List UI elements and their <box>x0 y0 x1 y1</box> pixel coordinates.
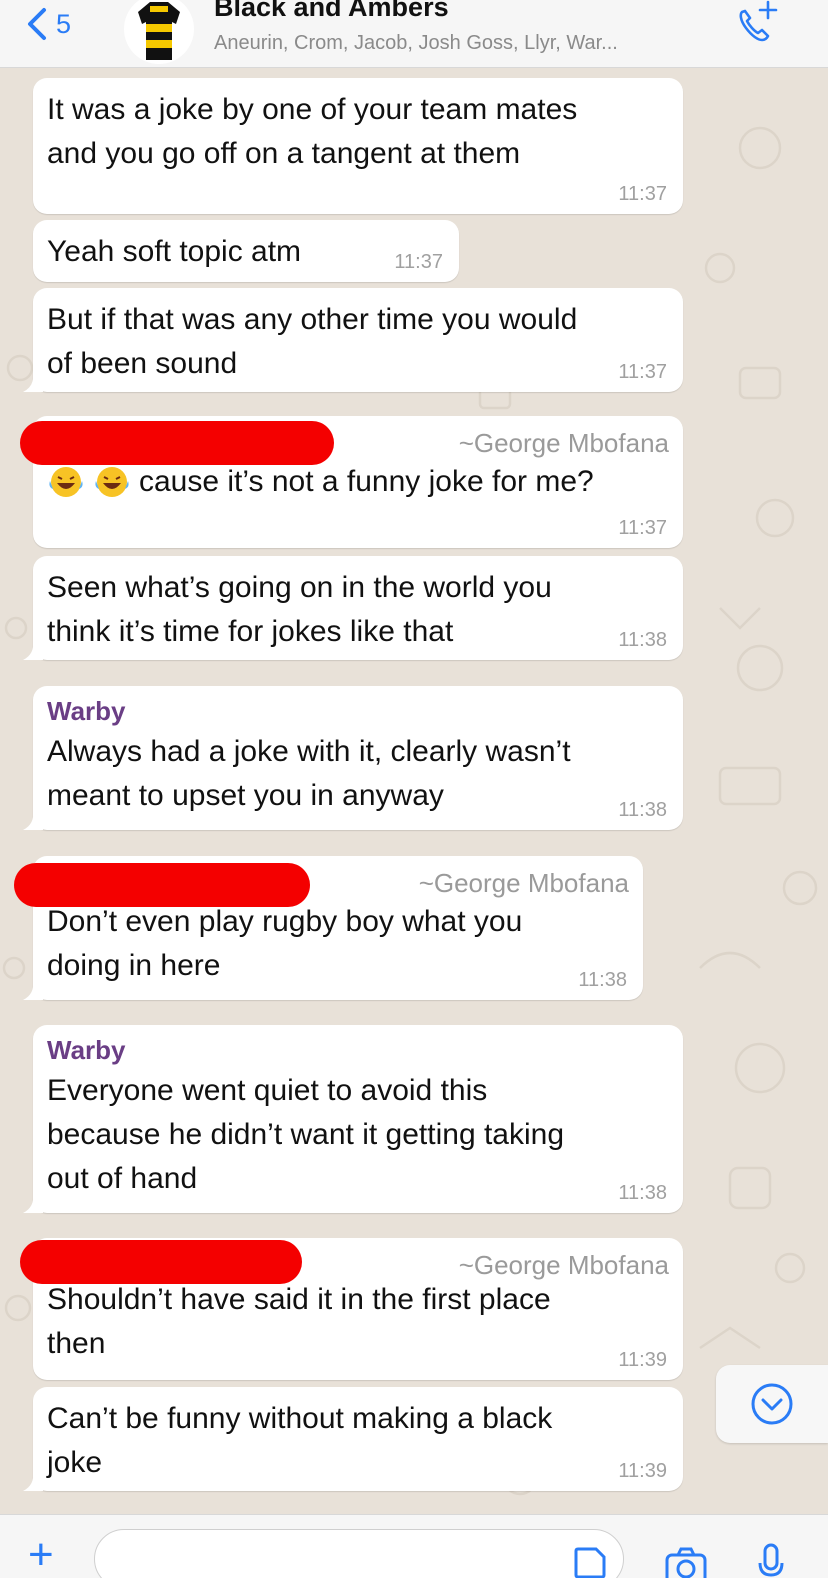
message-text: Don’t even play rugby boy what you doing… <box>47 905 523 982</box>
sender-phone-name[interactable]: ~George Mbofana <box>459 1250 669 1281</box>
back-button[interactable]: 5 <box>22 4 71 44</box>
camera-icon[interactable] <box>664 1545 708 1578</box>
add-call-icon[interactable] <box>734 0 780 48</box>
message-time: 11:37 <box>394 251 443 273</box>
message-text: Shouldn’t have said it in the first plac… <box>47 1283 551 1360</box>
message-time: 11:38 <box>618 629 667 651</box>
redacted-sender <box>20 1240 302 1284</box>
message-time: 11:37 <box>618 183 667 205</box>
message-time: 11:37 <box>618 517 667 539</box>
unread-count: 5 <box>56 8 72 39</box>
chevron-left-icon <box>28 8 46 40</box>
message-text: But if that was any other time you would… <box>47 303 578 380</box>
message-time: 11:38 <box>618 1182 667 1204</box>
message-input[interactable] <box>94 1529 624 1578</box>
plus-icon[interactable]: + <box>28 1533 54 1577</box>
sender-name[interactable]: Warby <box>47 1035 669 1065</box>
scroll-down-icon <box>751 1383 793 1425</box>
laughing-emoji-icon <box>49 467 83 497</box>
microphone-icon[interactable] <box>756 1543 786 1578</box>
scroll-down-button[interactable] <box>716 1365 828 1443</box>
message-time: 11:37 <box>618 361 667 383</box>
laughing-emoji-icon <box>95 467 129 497</box>
message-bubble[interactable]: Seen what’s going on in the world you th… <box>23 556 683 660</box>
message-text: It was a joke by one of your team mates … <box>47 93 578 170</box>
group-avatar-icon[interactable] <box>124 0 194 64</box>
message-bubble[interactable]: It was a joke by one of your team mates … <box>33 78 683 214</box>
sender-name[interactable]: Warby <box>47 696 669 726</box>
compose-bar: + <box>0 1514 828 1578</box>
bubble-tail <box>23 810 43 830</box>
message-bubble[interactable]: Can’t be funny without making a black jo… <box>23 1387 683 1491</box>
message-time: 11:38 <box>618 799 667 821</box>
message-time: 11:38 <box>578 969 627 991</box>
message-text: Seen what’s going on in the world you th… <box>47 571 552 648</box>
sender-phone-name[interactable]: ~George Mbofana <box>459 428 669 459</box>
sender-phone-name[interactable]: ~George Mbofana <box>419 868 629 899</box>
message-text: Everyone went quiet to avoid this becaus… <box>47 1074 565 1195</box>
message-bubble[interactable]: Warby Always had a joke with it, clearly… <box>23 686 683 830</box>
bubble-tail <box>23 640 43 660</box>
message-time: 11:39 <box>618 1460 667 1482</box>
message-list[interactable]: It was a joke by one of your team mates … <box>0 68 828 1514</box>
message-text: Can’t be funny without making a black jo… <box>47 1402 553 1479</box>
bubble-tail <box>23 372 43 392</box>
message-text: cause it’s not a funny joke for me? <box>139 465 594 498</box>
message-bubble[interactable]: Yeah soft topic atm 11:37 <box>33 220 459 282</box>
chat-header: 5 Black and Ambers Aneurin, Crom, Jacob,… <box>0 0 828 68</box>
bubble-tail <box>23 1193 43 1213</box>
chat-members[interactable]: Aneurin, Crom, Jacob, Josh Goss, Llyr, W… <box>214 32 618 55</box>
bubble-tail <box>23 980 43 1000</box>
redacted-sender <box>14 863 310 907</box>
chat-title[interactable]: Black and Ambers <box>214 0 449 23</box>
message-text: Always had a joke with it, clearly wasn’… <box>47 735 571 812</box>
message-bubble[interactable]: But if that was any other time you would… <box>23 288 683 392</box>
sticker-icon[interactable] <box>572 1545 608 1578</box>
message-bubble[interactable]: Warby Everyone went quiet to avoid this … <box>23 1025 683 1213</box>
message-time: 11:39 <box>618 1349 667 1371</box>
bubble-tail <box>23 1471 43 1491</box>
message-text: Yeah soft topic atm <box>47 235 302 268</box>
redacted-sender <box>20 421 334 465</box>
